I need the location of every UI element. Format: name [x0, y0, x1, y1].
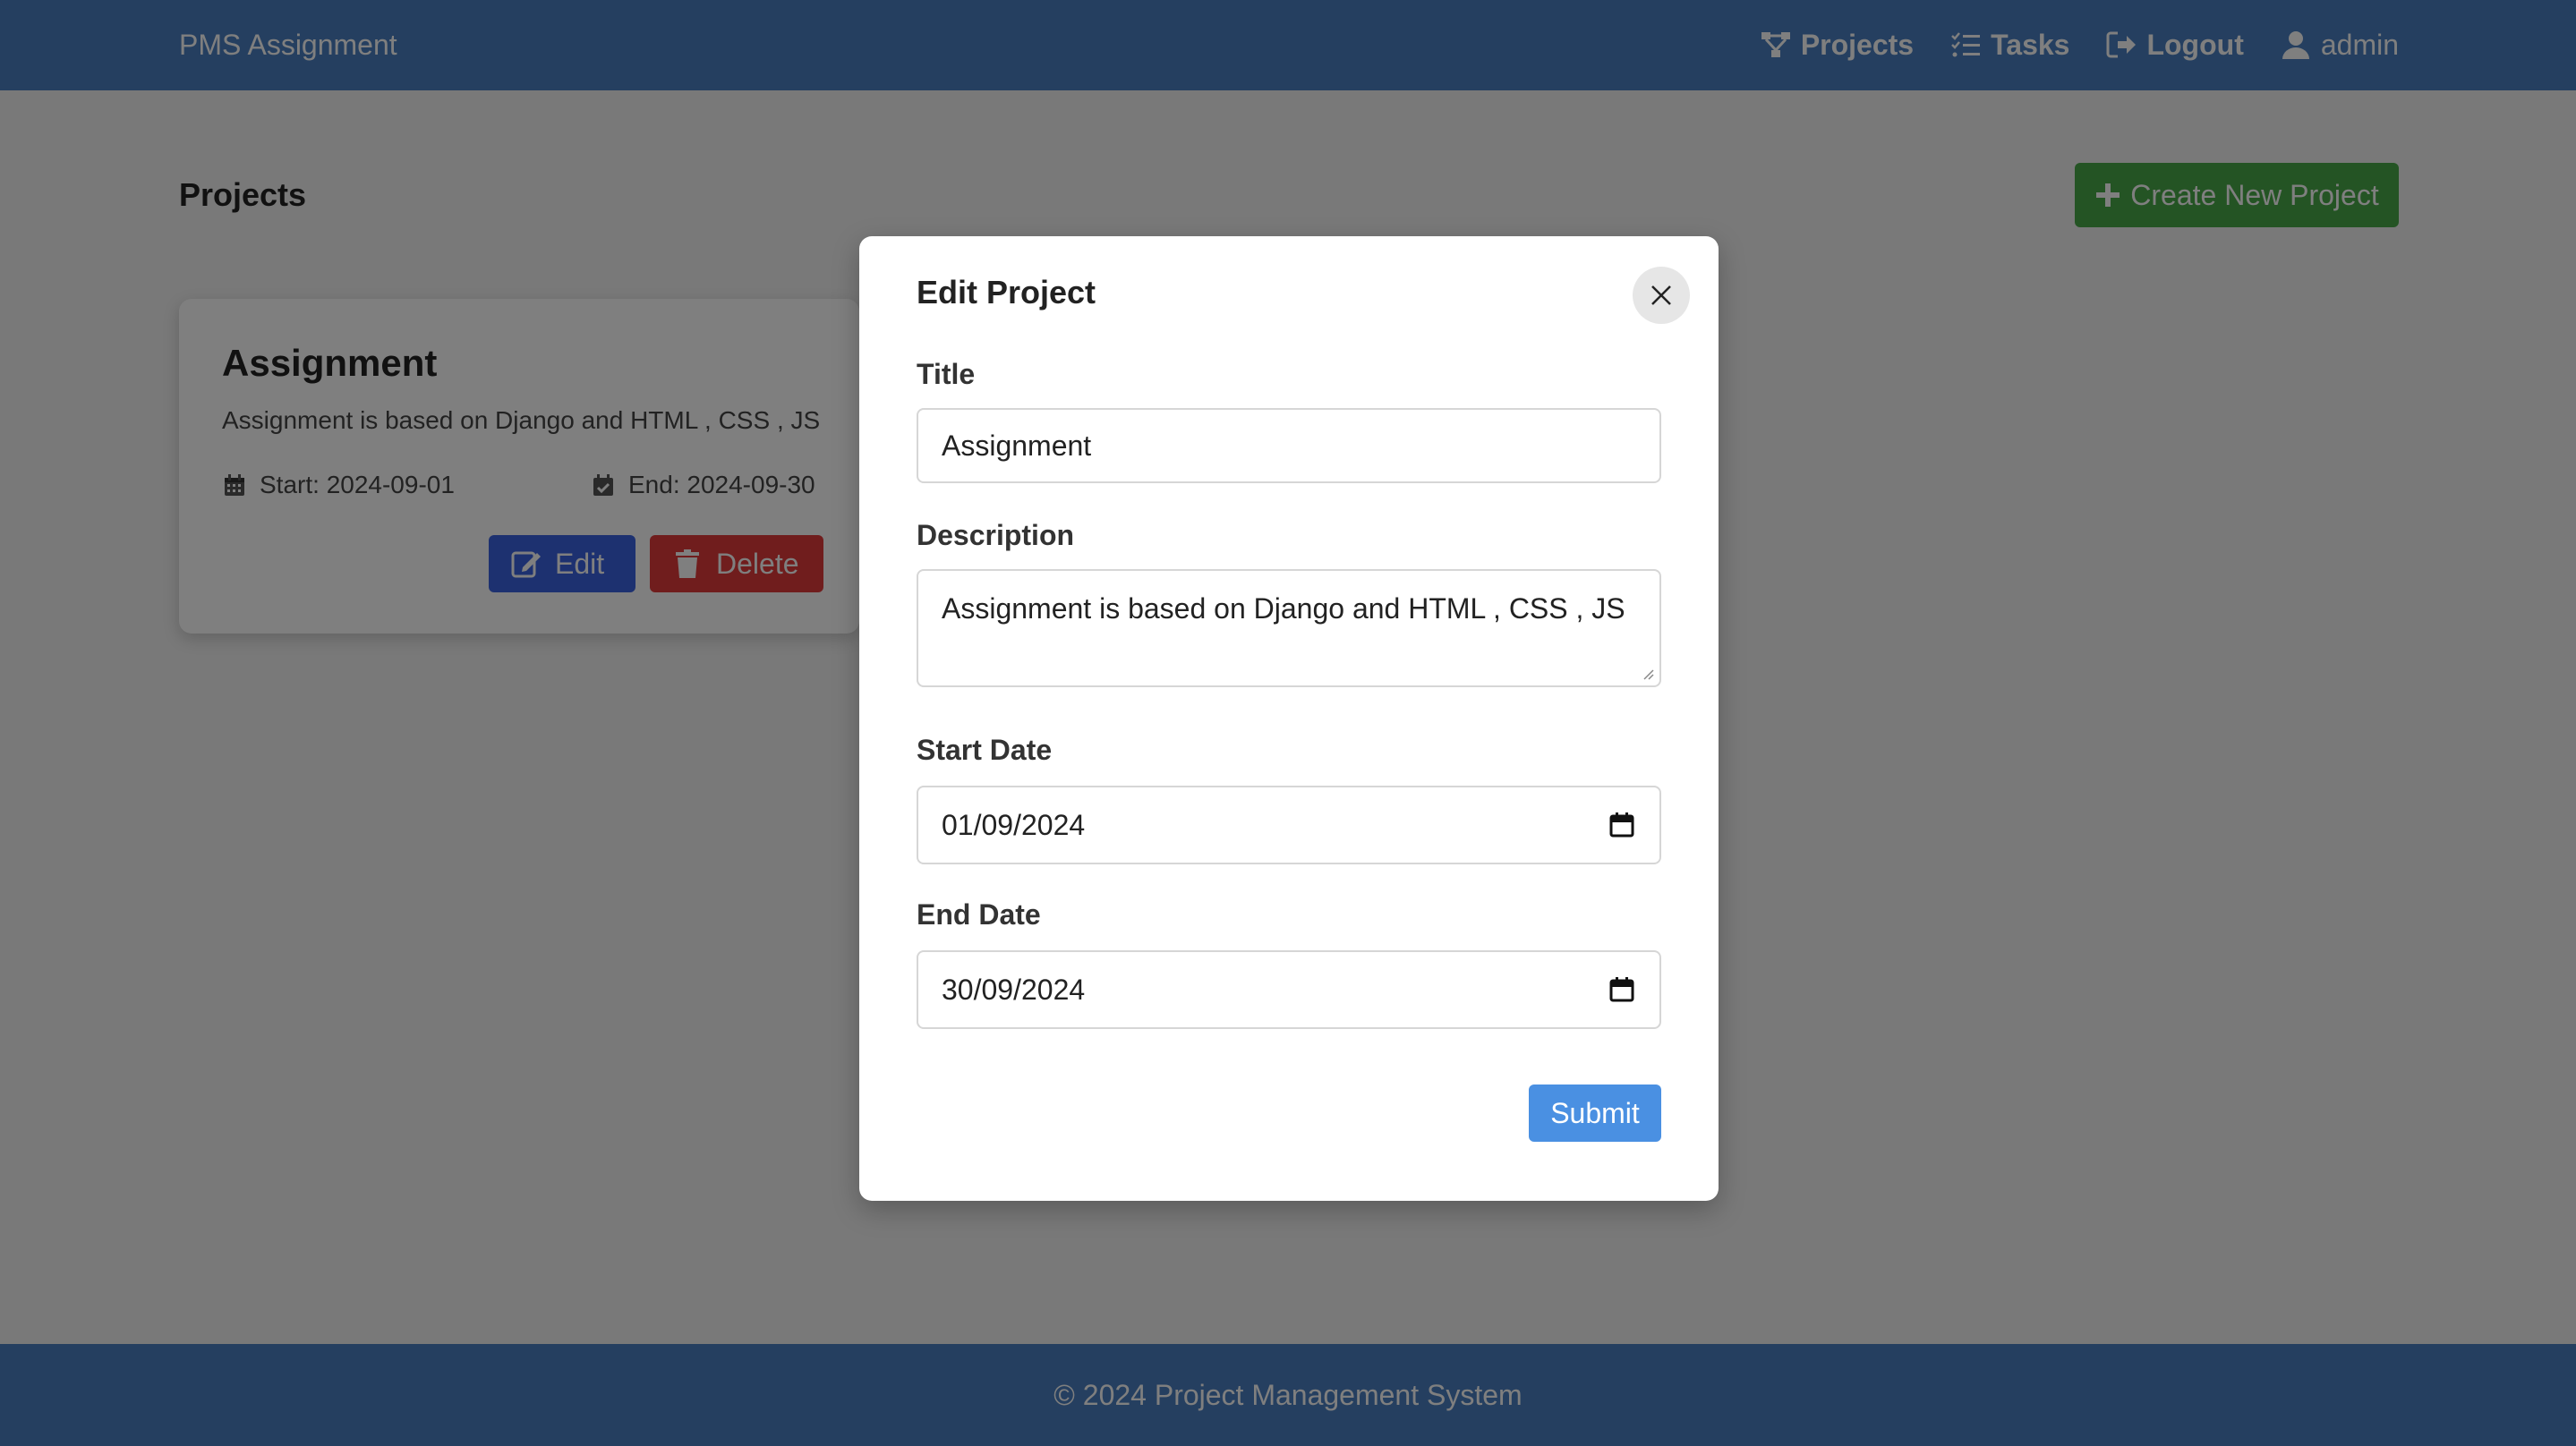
start-date-label: Start Date [917, 734, 1053, 766]
modal-title: Edit Project [917, 274, 1096, 310]
close-icon [1649, 283, 1674, 308]
description-textarea[interactable]: Assignment is based on Django and HTML ,… [917, 569, 1661, 687]
start-date-value: 01/09/2024 [942, 808, 1086, 841]
end-date-input[interactable]: 30/09/2024 [917, 950, 1661, 1029]
description-label: Description [917, 519, 1075, 551]
title-label: Title [917, 358, 976, 390]
edit-project-modal: Edit Project Title Assignment Descriptio… [859, 236, 1719, 1201]
resize-grip-icon[interactable] [1640, 666, 1654, 680]
description-textarea-value: Assignment is based on Django and HTML ,… [942, 592, 1625, 625]
close-button[interactable] [1633, 267, 1690, 324]
calendar-picker-icon[interactable] [1608, 811, 1636, 839]
submit-button[interactable]: Submit [1529, 1084, 1661, 1142]
title-input-value: Assignment [942, 429, 1092, 462]
calendar-picker-icon[interactable] [1608, 975, 1636, 1004]
end-date-label: End Date [917, 898, 1041, 931]
start-date-input[interactable]: 01/09/2024 [917, 786, 1661, 864]
title-input[interactable]: Assignment [917, 408, 1661, 483]
end-date-value: 30/09/2024 [942, 973, 1086, 1006]
